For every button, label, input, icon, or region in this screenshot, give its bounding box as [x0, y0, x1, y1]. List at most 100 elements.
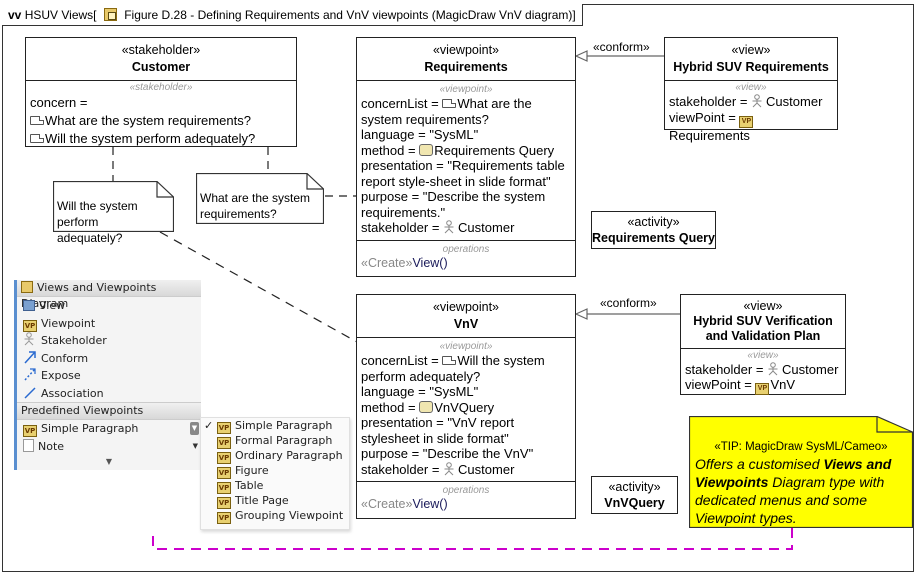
diagram-frame-header: vv HSUV Views[ Figure D.28 - Defining Re…: [2, 4, 583, 26]
palette-item-simple-paragraph[interactable]: VP Simple Paragraph ▼: [17, 420, 201, 438]
frame-package: HSUV Views[: [24, 8, 97, 22]
palette-item-note[interactable]: Note ▼: [17, 438, 201, 456]
note-icon: [23, 438, 34, 452]
conform-label-vnv: «conform»: [600, 296, 657, 310]
vp-vnv-header: «viewpoint» VnV: [357, 295, 575, 338]
tip-body: Offers a customised Views and Viewpoints…: [695, 456, 892, 526]
view-vnv-stakeholder: stakeholder = Customer: [685, 362, 839, 377]
dropdown-item[interactable]: VP Grouping Viewpoint: [201, 508, 349, 524]
customer-concern-label: concern =: [30, 95, 88, 110]
palette-item-expose[interactable]: Expose: [17, 367, 201, 385]
palette-panel: Views and Viewpoints Diagram View VP View…: [14, 280, 201, 470]
vp-vnv-compartment-stereotype: «viewpoint»: [439, 341, 493, 352]
dropdown-item[interactable]: VP Figure: [201, 463, 349, 479]
comment-icon: [442, 99, 457, 108]
palette-expand-arrow[interactable]: ▼: [17, 455, 201, 469]
operation-create-view[interactable]: «Create»View(): [361, 256, 571, 271]
vp-vnv-compartment: «viewpoint» concernList = Will the syste…: [357, 338, 575, 481]
dropdown-item[interactable]: ✓ VP Simple Paragraph: [201, 418, 349, 434]
note-requirements[interactable]: What are the system requirements?: [196, 173, 324, 224]
view-req-viewpoint: viewPoint = VPRequirements: [669, 110, 833, 144]
tip-note[interactable]: «TIP: MagicDraw SysML/Cameo» Offers a cu…: [689, 416, 913, 528]
viewpoint-icon: VP: [217, 512, 231, 524]
viewpoint-icon: VP: [23, 425, 37, 437]
viewpoint-icon: VP: [23, 319, 37, 332]
palette-item-association[interactable]: Association: [17, 385, 201, 403]
stakeholder-customer[interactable]: «stakeholder» Customer «stakeholder» con…: [25, 37, 297, 147]
viewpoint-icon: VP: [739, 116, 754, 128]
frame-title: Figure D.28 - Defining Requirements and …: [124, 8, 576, 22]
diagram-icon: [103, 8, 117, 21]
view-vnv-header: «view» Hybrid SUV Verification and Valid…: [681, 295, 845, 349]
activity-requirements-query[interactable]: «activity» Requirements Query: [591, 211, 716, 249]
vp-requirements-operations: operations «Create»View(): [357, 239, 575, 273]
customer-concern-1: What are the system requirements?: [30, 112, 292, 130]
activity-vnvquery[interactable]: «activity» VnVQuery: [591, 476, 678, 514]
view-req-stereotype: «view»: [731, 43, 771, 57]
view-req-stakeholder: stakeholder = Customer: [669, 94, 823, 109]
comment-icon: [30, 134, 44, 143]
customer-stereotype: «stakeholder»: [121, 43, 201, 57]
comment-icon: [442, 356, 457, 365]
vp-requirements-stakeholder: stakeholder = Customer: [361, 220, 515, 235]
stakeholder-icon: [24, 332, 34, 346]
stakeholder-icon: [752, 94, 762, 108]
palette-group-predefined[interactable]: Predefined Viewpoints: [17, 402, 201, 420]
stakeholder-icon: [768, 362, 778, 376]
vp-vnv-method: method = VnVQuery: [361, 399, 495, 415]
dropdown-item[interactable]: VP Formal Paragraph: [201, 433, 349, 449]
dropdown-item[interactable]: VP Table: [201, 478, 349, 494]
vp-requirements-stereotype: «viewpoint»: [432, 43, 499, 57]
view-req-compartment: «view» stakeholder = Customer viewPoint …: [665, 81, 837, 146]
customer-header: «stakeholder» Customer: [26, 38, 296, 81]
vp-vnv-concernlist: concernList = Will the system perform ad…: [361, 353, 545, 384]
vp-vnv-name: VnV: [453, 317, 479, 331]
palette-item-stakeholder[interactable]: Stakeholder: [17, 332, 201, 350]
frame-kind-label: vv: [8, 8, 22, 22]
view-hybrid-suv-requirements[interactable]: «view» Hybrid SUV Requirements «view» st…: [664, 37, 838, 143]
dropdown-item[interactable]: VP Title Page: [201, 493, 349, 509]
vp-vnv-stereotype: «viewpoint»: [432, 300, 499, 314]
note-requirements-text: What are the system requirements?: [200, 191, 311, 221]
view-req-name: Hybrid SUV Requirements: [673, 60, 829, 74]
association-icon: [24, 386, 36, 399]
activity-vnv-stereotype: «activity»: [608, 480, 661, 494]
vp-vnv-operations: operations «Create»View(): [357, 481, 575, 514]
activity-vnv-name: VnVQuery: [604, 496, 665, 510]
activity-req-stereotype: «activity»: [627, 215, 680, 229]
customer-name: Customer: [131, 60, 191, 74]
dropdown-item[interactable]: VP Ordinary Paragraph: [201, 448, 349, 464]
operation-create-view[interactable]: «Create»View(): [361, 497, 571, 512]
vp-requirements-presentation: presentation = "Requirements table repor…: [361, 158, 565, 189]
view-vnv-name: Hybrid SUV Verification and Validation P…: [693, 314, 833, 343]
expose-icon: [24, 368, 36, 381]
vp-vnv-presentation: presentation = "VnV report stylesheet in…: [361, 415, 515, 446]
vp-requirements-purpose: purpose = "Describe the system requireme…: [361, 189, 546, 220]
vp-requirements-compartment: «viewpoint» concernList = What are the s…: [357, 81, 575, 240]
viewpoint-requirements[interactable]: «viewpoint» Requirements «viewpoint» con…: [356, 37, 576, 277]
palette-group-views-viewpoints[interactable]: Views and Viewpoints Diagram: [17, 280, 201, 310]
vp-requirements-method: method = Requirements Query: [361, 142, 555, 158]
stakeholder-icon: [444, 461, 454, 475]
vp-vnv-purpose: purpose = "Describe the VnV": [361, 446, 534, 461]
activity-icon: [419, 143, 434, 156]
note-perform[interactable]: Will the system perform adequately?: [53, 181, 174, 245]
palette-item-conform[interactable]: Conform: [17, 350, 201, 368]
palette-item-view[interactable]: View: [17, 297, 201, 315]
conform-label-requirements: «conform»: [593, 40, 650, 54]
vp-requirements-header: «viewpoint» Requirements: [357, 38, 575, 81]
view-hybrid-suv-vnv-plan[interactable]: «view» Hybrid SUV Verification and Valid…: [680, 294, 846, 395]
dropdown-toggle-button[interactable]: ▼: [190, 422, 199, 435]
customer-concern-2: Will the system perform adequately?: [30, 130, 292, 148]
customer-compartment-stereotype: «stakeholder»: [129, 82, 193, 93]
stakeholder-icon: [444, 220, 454, 234]
viewpoint-icon: VP: [755, 383, 770, 395]
vp-vnv-stakeholder: stakeholder = Customer: [361, 461, 515, 477]
view-vnv-stereotype: «view»: [743, 299, 783, 313]
tip-stereotype: «TIP: MagicDraw SysML/Cameo»: [714, 441, 888, 453]
vp-requirements-compartment-stereotype: «viewpoint»: [439, 84, 493, 95]
note-dropdown-arrow[interactable]: ▼: [193, 438, 198, 456]
viewpoint-vnv[interactable]: «viewpoint» VnV «viewpoint» concernList …: [356, 294, 576, 519]
view-req-header: «view» Hybrid SUV Requirements: [665, 38, 837, 81]
palette-item-viewpoint[interactable]: VP Viewpoint: [17, 315, 201, 333]
